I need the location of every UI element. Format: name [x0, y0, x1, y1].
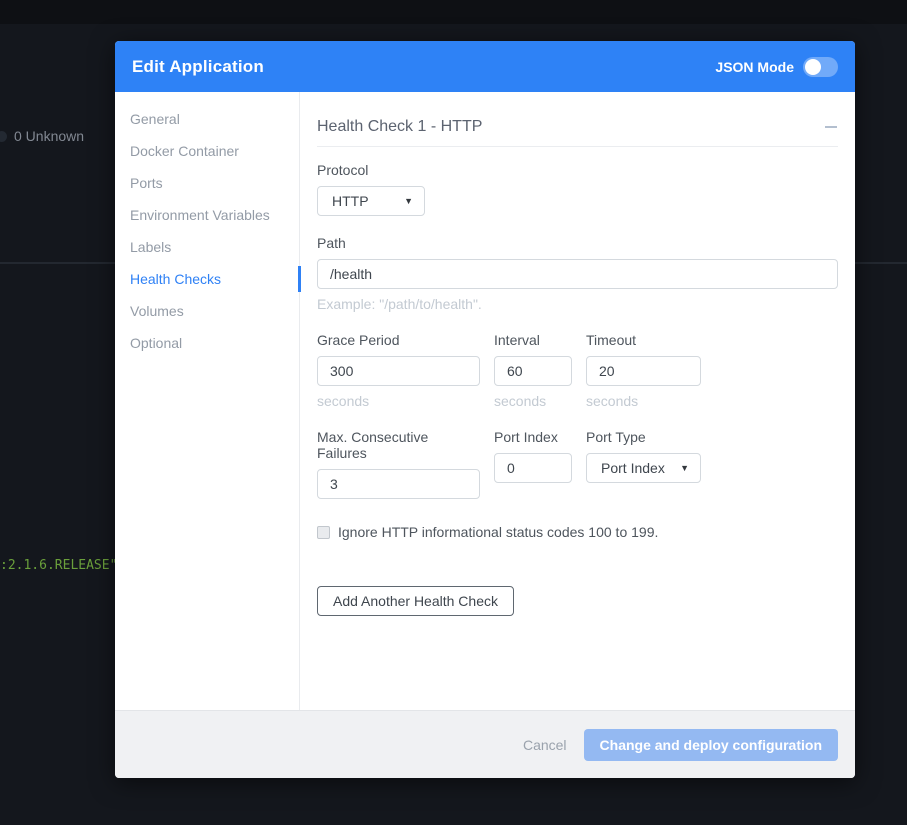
- cancel-button[interactable]: Cancel: [523, 737, 567, 753]
- sidebar-item-health-checks[interactable]: Health Checks: [115, 263, 299, 295]
- status-dot-icon: [0, 131, 7, 142]
- timeout-label: Timeout: [586, 332, 701, 348]
- port-type-select[interactable]: Port Index ▼: [586, 453, 701, 483]
- port-type-select-value: Port Index: [601, 460, 665, 476]
- code-text: :2.1.6.RELEASE": [0, 558, 117, 573]
- path-input[interactable]: [317, 259, 838, 289]
- health-check-section-title: Health Check 1 - HTTP: [317, 118, 482, 136]
- timing-fields-row: Grace Period seconds Interval seconds Ti…: [317, 332, 838, 409]
- ignore-http-checkbox-row[interactable]: Ignore HTTP informational status codes 1…: [317, 524, 838, 540]
- timeout-input[interactable]: [586, 356, 701, 386]
- timeout-help: seconds: [586, 393, 701, 409]
- sidebar-item-labels[interactable]: Labels: [115, 231, 299, 263]
- json-mode-toggle-group[interactable]: JSON Mode: [715, 57, 838, 77]
- port-index-input[interactable]: [494, 453, 572, 483]
- background-status: 0 Unknown: [0, 128, 84, 144]
- max-failures-label: Max. Consecutive Failures: [317, 429, 480, 461]
- toggle-knob: [805, 59, 821, 75]
- path-label: Path: [317, 235, 838, 251]
- sidebar-item-docker-container[interactable]: Docker Container: [115, 135, 299, 167]
- path-help-text: Example: "/path/to/health".: [317, 296, 838, 312]
- modal-body: General Docker Container Ports Environme…: [115, 92, 855, 710]
- background-code-snippet: :2.1.6.RELEASE",: [0, 558, 125, 573]
- sidebar-item-ports[interactable]: Ports: [115, 167, 299, 199]
- interval-label: Interval: [494, 332, 572, 348]
- max-failures-input[interactable]: [317, 469, 480, 499]
- modal-header: Edit Application JSON Mode: [115, 41, 855, 92]
- grace-period-input[interactable]: [317, 356, 480, 386]
- protocol-select[interactable]: HTTP ▼: [317, 186, 425, 216]
- change-and-deploy-button[interactable]: Change and deploy configuration: [584, 729, 838, 761]
- modal-footer: Cancel Change and deploy configuration: [115, 710, 855, 778]
- modal-title: Edit Application: [132, 57, 264, 77]
- ignore-http-checkbox[interactable]: [317, 526, 330, 539]
- grace-period-label: Grace Period: [317, 332, 480, 348]
- background-top-bar: [0, 0, 907, 24]
- dropdown-arrow-icon: ▼: [680, 463, 689, 473]
- sidebar-item-environment-variables[interactable]: Environment Variables: [115, 199, 299, 231]
- grace-period-help: seconds: [317, 393, 480, 409]
- port-fields-row: Max. Consecutive Failures Port Index Por…: [317, 429, 838, 499]
- edit-application-modal: Edit Application JSON Mode General Docke…: [115, 41, 855, 778]
- json-mode-label: JSON Mode: [715, 59, 794, 75]
- port-index-label: Port Index: [494, 429, 572, 445]
- protocol-select-value: HTTP: [332, 193, 369, 209]
- add-health-check-button[interactable]: Add Another Health Check: [317, 586, 514, 616]
- port-type-label: Port Type: [586, 429, 701, 445]
- sidebar-item-general[interactable]: General: [115, 103, 299, 135]
- dropdown-arrow-icon: ▼: [404, 196, 413, 206]
- sidebar-item-volumes[interactable]: Volumes: [115, 295, 299, 327]
- interval-input[interactable]: [494, 356, 572, 386]
- collapse-minus-icon[interactable]: [825, 126, 837, 128]
- status-unknown-count: 0 Unknown: [14, 128, 84, 144]
- modal-sidebar: General Docker Container Ports Environme…: [115, 92, 300, 710]
- protocol-label: Protocol: [317, 162, 838, 178]
- health-check-section-header: Health Check 1 - HTTP: [317, 118, 838, 147]
- interval-help: seconds: [494, 393, 572, 409]
- sidebar-item-optional[interactable]: Optional: [115, 327, 299, 359]
- health-checks-panel: Health Check 1 - HTTP Protocol HTTP ▼ Pa…: [300, 92, 855, 710]
- ignore-http-checkbox-label: Ignore HTTP informational status codes 1…: [338, 524, 658, 540]
- json-mode-toggle[interactable]: [803, 57, 838, 77]
